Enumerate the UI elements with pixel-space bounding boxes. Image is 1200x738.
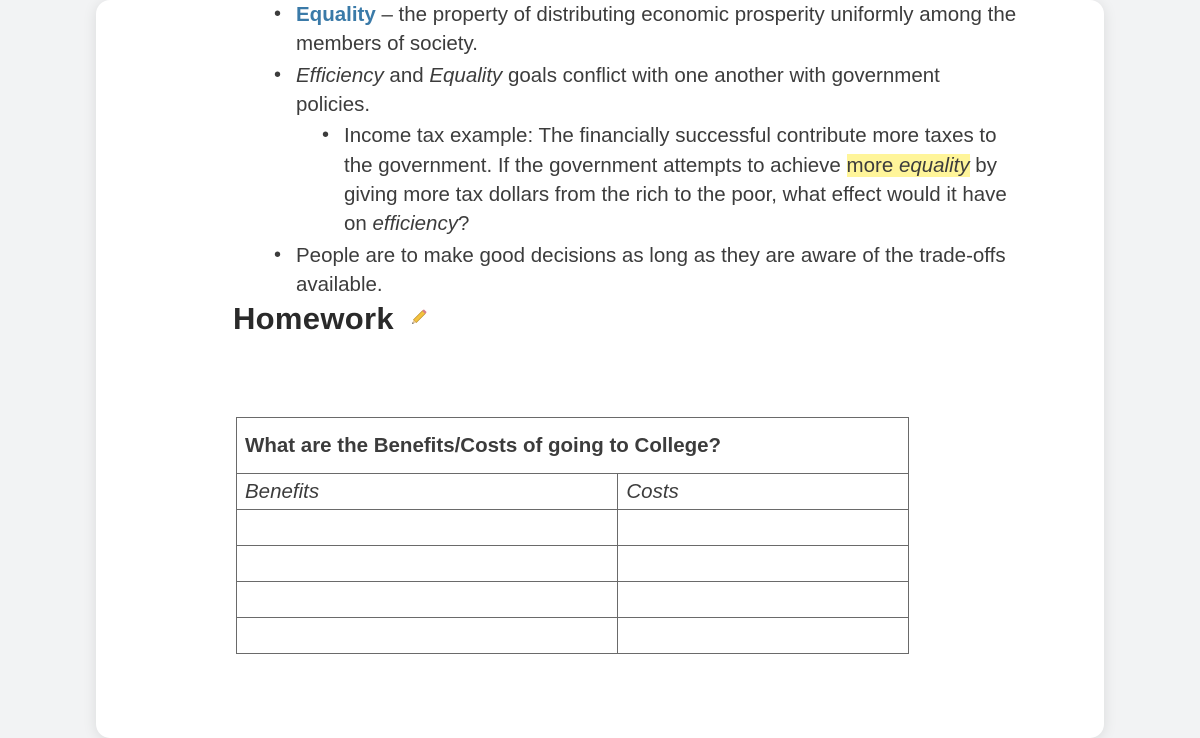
table-cell [237, 546, 618, 582]
pencil-icon [405, 303, 429, 339]
list-item: Efficiency and Equality goals conflict w… [236, 61, 1019, 120]
table-title-row: What are the Benefits/Costs of going to … [237, 418, 909, 474]
document-content: Equality – the property of distributing … [96, 0, 1104, 654]
table-cell [618, 582, 909, 618]
list-item: Equality – the property of distributing … [236, 0, 1019, 59]
table-cell [618, 618, 909, 654]
sub-bullet-list: Income tax example: The financially succ… [236, 121, 1019, 238]
table-header-row: Benefits Costs [237, 474, 909, 510]
term-equality[interactable]: Equality [296, 3, 376, 26]
section-heading-homework: Homework [233, 301, 1019, 339]
text-question-mark: ? [458, 212, 469, 235]
heading-text: Homework [233, 301, 403, 336]
text-efficiency: Efficiency [296, 64, 384, 87]
list-item: Income tax example: The financially succ… [236, 121, 1019, 238]
bullet-list: Equality – the property of distributing … [236, 0, 1019, 119]
table-cell [237, 618, 618, 654]
table-row [237, 618, 909, 654]
highlight-equality: equality [899, 154, 970, 177]
table-cell [618, 510, 909, 546]
text-and: and [384, 64, 430, 87]
text-equality-em: Equality [429, 64, 502, 87]
list-item: People are to make good decisions as lon… [236, 241, 1019, 300]
table-cell [618, 546, 909, 582]
table-cell [237, 510, 618, 546]
col-header-benefits: Benefits [237, 474, 618, 510]
text-people-line: People are to make good decisions as lon… [296, 244, 1006, 296]
bullet-list-continued: People are to make good decisions as lon… [236, 241, 1019, 300]
table-title-cell: What are the Benefits/Costs of going to … [237, 418, 909, 474]
col-header-costs: Costs [618, 474, 909, 510]
homework-table: What are the Benefits/Costs of going to … [236, 417, 909, 654]
text-equality-def: – the property of distributing economic … [296, 3, 1016, 55]
table-cell [237, 582, 618, 618]
table-row [237, 546, 909, 582]
highlight-more: more [847, 154, 899, 177]
table-row [237, 510, 909, 546]
document-page: Equality – the property of distributing … [96, 0, 1104, 738]
text-efficiency-em: efficiency [373, 212, 458, 235]
table-row [237, 582, 909, 618]
